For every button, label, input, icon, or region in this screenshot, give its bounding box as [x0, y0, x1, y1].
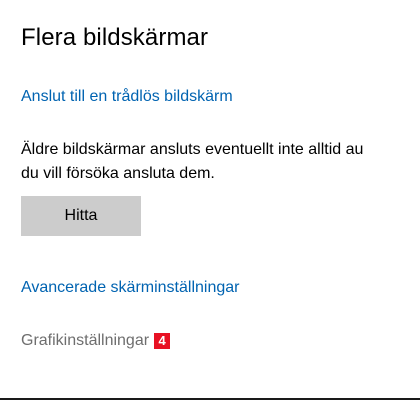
description-line-1: Äldre bildskärmar ansluts eventuellt int…	[21, 141, 364, 158]
multiple-displays-panel: Flera bildskärmar Anslut till en trådlös…	[0, 0, 420, 400]
description-line-2: du vill försöka ansluta dem.	[21, 165, 215, 182]
graphics-settings-link[interactable]: Grafikinställningar	[21, 332, 149, 350]
graphics-settings-row: Grafikinställningar 4	[21, 330, 171, 352]
legacy-displays-description: Äldre bildskärmar ansluts eventuellt int…	[21, 138, 420, 186]
connect-wireless-display-link[interactable]: Anslut till en trådlös bildskärm	[21, 88, 233, 106]
detect-button[interactable]: Hitta	[21, 196, 141, 236]
section-title: Flera bildskärmar	[21, 24, 209, 51]
advanced-display-settings-link[interactable]: Avancerade skärminställningar	[21, 279, 239, 297]
callout-number-badge: 4	[154, 333, 171, 349]
